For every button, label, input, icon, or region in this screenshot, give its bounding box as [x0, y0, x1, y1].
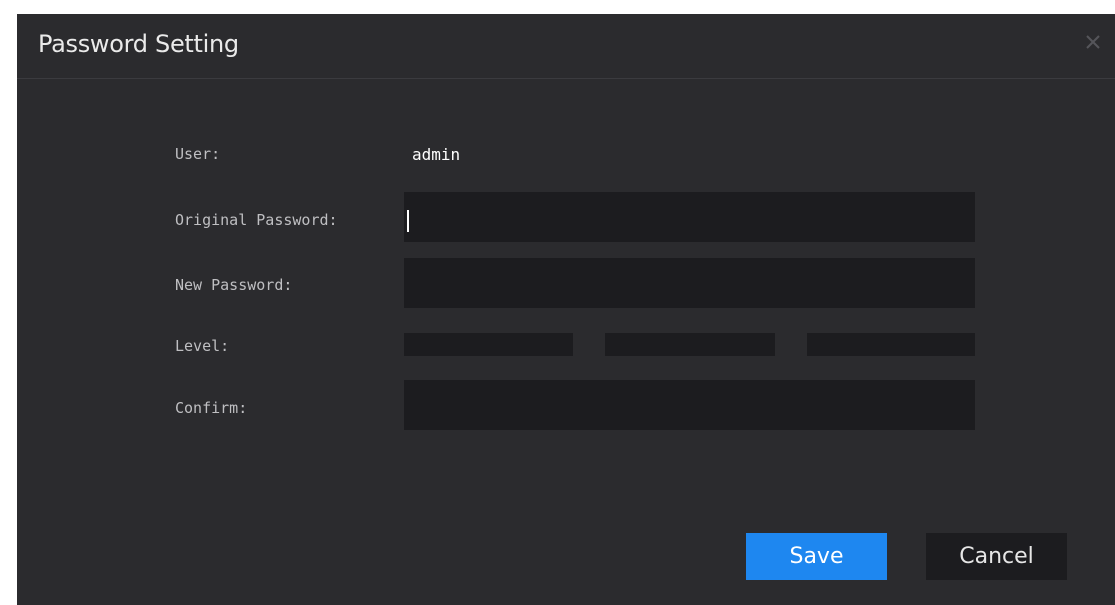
cancel-button[interactable]: Cancel [926, 533, 1067, 580]
original-password-label: Original Password: [175, 211, 338, 229]
text-caret [407, 210, 409, 232]
strength-level-weak [404, 333, 573, 356]
original-password-field[interactable] [404, 192, 975, 242]
new-password-label: New Password: [175, 276, 293, 294]
dialog-title-bar: Password Setting [17, 14, 1115, 79]
confirm-label: Confirm: [175, 399, 248, 417]
dialog-title: Password Setting [38, 30, 239, 58]
confirm-password-field[interactable] [404, 380, 975, 430]
password-setting-dialog: Password Setting User: admin Original Pa… [17, 14, 1115, 605]
user-label: User: [175, 145, 221, 163]
strength-level-strong [807, 333, 975, 356]
user-value: admin [412, 145, 461, 164]
save-button[interactable]: Save [746, 533, 887, 580]
new-password-field[interactable] [404, 258, 975, 308]
strength-level-medium [605, 333, 775, 356]
close-icon[interactable] [1083, 32, 1103, 52]
level-label: Level: [175, 337, 230, 355]
